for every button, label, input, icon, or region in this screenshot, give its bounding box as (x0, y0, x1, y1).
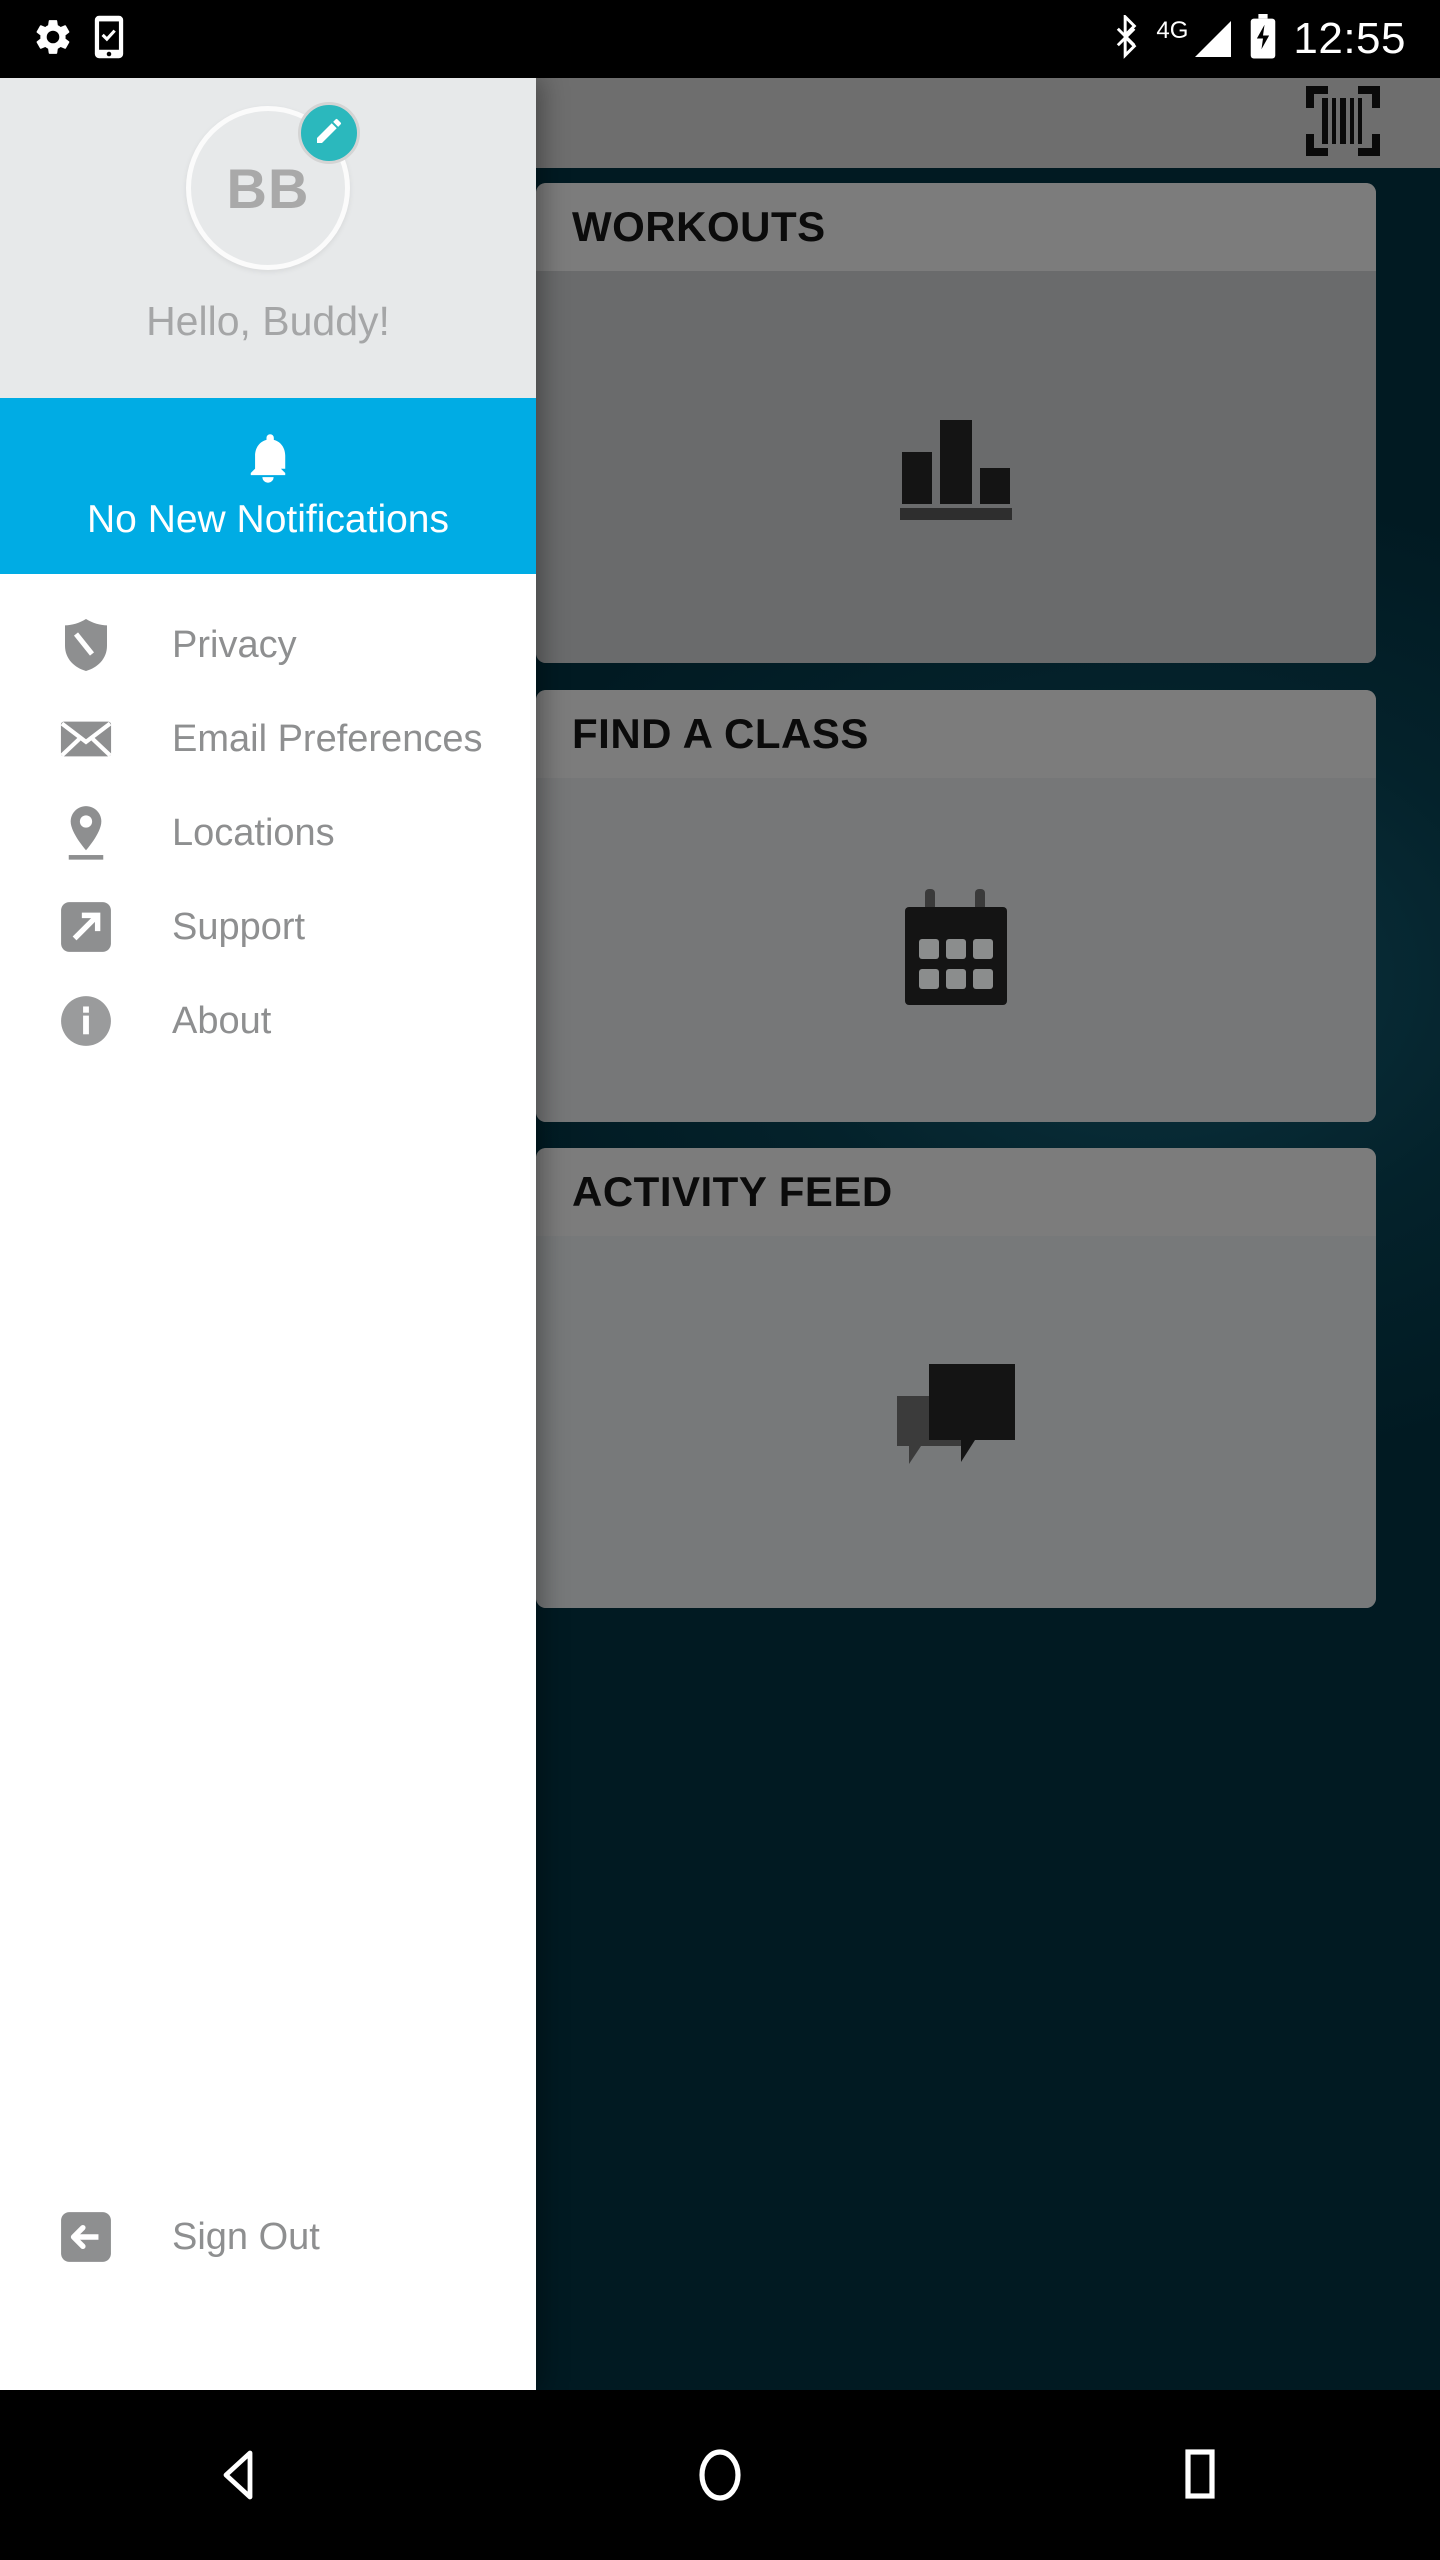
phone-checkmark-icon (92, 14, 126, 65)
card-header: FIND A CLASS (536, 690, 1376, 778)
signal-4g-icon: 4G (1156, 19, 1233, 59)
bell-icon (242, 431, 294, 492)
avatar-initials: BB (226, 156, 310, 220)
barcode-scan-icon[interactable] (1304, 84, 1382, 163)
status-bar: 4G 12:55 (0, 0, 1440, 78)
sign-out-label: Sign Out (172, 2215, 320, 2258)
sign-out-icon (58, 2209, 114, 2265)
edit-profile-button[interactable] (298, 102, 360, 164)
shield-icon (58, 617, 114, 673)
avatar-wrapper[interactable]: BB (186, 102, 360, 270)
greeting-text: Hello, Buddy! (146, 298, 390, 344)
calendar-icon (901, 887, 1011, 1014)
pencil-icon (313, 115, 345, 152)
menu-item-label: Locations (172, 811, 335, 854)
drawer-menu-list: Privacy Email Preferences Locations Supp… (0, 574, 536, 1068)
menu-item-locations[interactable]: Locations (0, 786, 536, 880)
card-body (536, 271, 1376, 663)
card-title: ACTIVITY FEED (572, 1168, 893, 1215)
info-circle-icon (58, 993, 114, 1049)
bluetooth-icon (1114, 12, 1140, 64)
status-bar-left (0, 14, 126, 65)
android-nav-bar (0, 2390, 1440, 2560)
drawer-profile-header: BB Hello, Buddy! (0, 78, 536, 398)
nav-back-button[interactable] (160, 2415, 320, 2535)
gear-icon (32, 16, 74, 63)
map-pin-icon (58, 805, 114, 861)
nav-home-button[interactable] (640, 2415, 800, 2535)
bar-chart-icon (896, 410, 1016, 525)
status-bar-right: 4G 12:55 (1114, 12, 1440, 65)
card-activity-feed[interactable]: ACTIVITY FEED (536, 1148, 1376, 1608)
card-body (536, 1236, 1376, 1608)
notification-banner[interactable]: No New Notifications (0, 398, 536, 574)
battery-charging-icon (1249, 13, 1277, 65)
menu-item-privacy[interactable]: Privacy (0, 598, 536, 692)
card-title: FIND A CLASS (572, 710, 869, 757)
card-title: WORKOUTS (572, 203, 826, 250)
menu-item-email-preferences[interactable]: Email Preferences (0, 692, 536, 786)
card-body (536, 778, 1376, 1122)
chat-bubbles-icon (891, 1360, 1021, 1485)
card-workouts[interactable]: WORKOUTS (536, 183, 1376, 663)
external-link-icon (58, 899, 114, 955)
sign-out-button[interactable]: Sign Out (0, 2190, 536, 2284)
card-find-a-class[interactable]: FIND A CLASS (536, 690, 1376, 1122)
envelope-icon (58, 711, 114, 767)
nav-recents-button[interactable] (1120, 2415, 1280, 2535)
card-header: WORKOUTS (536, 183, 1376, 271)
menu-item-label: Support (172, 905, 306, 948)
clock-time: 12:55 (1293, 14, 1406, 63)
navigation-drawer: BB Hello, Buddy! No New Notifications Pr… (0, 78, 536, 2390)
screen: WORKOUTS FIND A CLASS ACTIVITY FEED 4G 1… (0, 0, 1440, 2560)
menu-item-support[interactable]: Support (0, 880, 536, 974)
network-label: 4G (1156, 17, 1189, 44)
card-header: ACTIVITY FEED (536, 1148, 1376, 1236)
menu-item-label: About (172, 999, 272, 1042)
menu-item-label: Email Preferences (172, 717, 483, 760)
menu-item-label: Privacy (172, 623, 297, 666)
notification-label: No New Notifications (87, 497, 449, 541)
menu-item-about[interactable]: About (0, 974, 536, 1068)
